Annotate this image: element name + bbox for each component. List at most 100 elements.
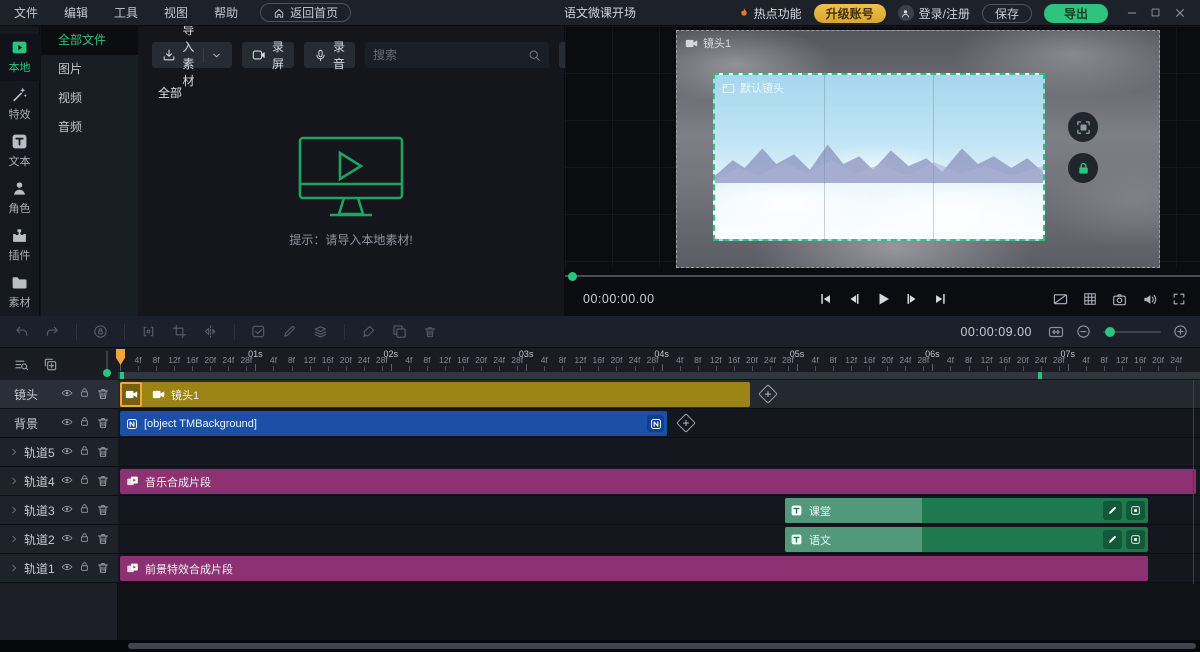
- marker-handle[interactable]: [103, 351, 111, 377]
- record-screen-button[interactable]: 录屏: [242, 40, 295, 71]
- search-box[interactable]: [365, 42, 550, 68]
- clip-background[interactable]: [object TMBackground]: [120, 411, 667, 436]
- horizontal-scrollbar[interactable]: [0, 640, 1200, 652]
- sidebar-item-2[interactable]: 文本: [0, 128, 40, 175]
- track-lock-icon[interactable]: [79, 416, 90, 430]
- file-filter-0[interactable]: 全部文件: [41, 26, 138, 55]
- timeline-zoom-slider[interactable]: [1103, 326, 1161, 338]
- track-header-轨道2[interactable]: 轨道2: [0, 525, 118, 553]
- close-button[interactable]: [1174, 7, 1192, 19]
- clip-camera[interactable]: 镜头1: [120, 382, 750, 407]
- import-media-button[interactable]: 导入素材: [152, 23, 233, 88]
- track-lock-icon[interactable]: [79, 561, 90, 575]
- layers-button[interactable]: [313, 324, 328, 339]
- sidebar-item-0[interactable]: 本地: [0, 34, 40, 81]
- menu-item-1[interactable]: 编辑: [64, 4, 88, 21]
- sidebar-item-5[interactable]: 素材: [0, 269, 40, 316]
- clip-fade-segment[interactable]: 语文: [785, 527, 922, 552]
- upgrade-account-button[interactable]: 升级账号: [813, 3, 886, 23]
- hot-features-button[interactable]: 热点功能: [738, 5, 802, 22]
- sidebar-item-3[interactable]: 角色: [0, 175, 40, 222]
- play-button[interactable]: [875, 291, 891, 307]
- maximize-button[interactable]: [1150, 7, 1168, 19]
- tab-all[interactable]: 全部: [158, 84, 564, 101]
- menu-item-2[interactable]: 工具: [114, 4, 138, 21]
- chevron-right-icon[interactable]: [9, 534, 19, 544]
- crop-button[interactable]: [172, 324, 187, 339]
- track-header-轨道3[interactable]: 轨道3: [0, 496, 118, 524]
- sidebar-item-1[interactable]: 特效: [0, 81, 40, 128]
- track-lane-轨道1[interactable]: 前景特效合成片段: [118, 554, 1200, 582]
- export-button[interactable]: 导出: [1043, 3, 1108, 23]
- track-visibility-icon[interactable]: [61, 503, 73, 517]
- display-mode-button[interactable]: [1053, 292, 1068, 307]
- redo-button[interactable]: [45, 324, 60, 339]
- scrollbar-thumb[interactable]: [128, 643, 1196, 649]
- track-header-轨道5[interactable]: 轨道5: [0, 438, 118, 466]
- clip-composite[interactable]: 音乐合成片段: [120, 469, 1196, 494]
- track-visibility-icon[interactable]: [61, 416, 73, 430]
- add-keyframe-button[interactable]: +: [758, 384, 778, 404]
- clip-animate-button[interactable]: [1103, 530, 1122, 549]
- lock-camera-button[interactable]: [1068, 153, 1098, 183]
- default-camera-frame[interactable]: 默认镜头: [713, 73, 1045, 241]
- chevron-right-icon[interactable]: [9, 476, 19, 486]
- preview-seekbar[interactable]: [565, 272, 1200, 281]
- seek-handle[interactable]: [568, 272, 577, 281]
- minimize-button[interactable]: [1126, 7, 1144, 19]
- clip-fade-segment[interactable]: 课堂: [785, 498, 922, 523]
- menu-item-3[interactable]: 视图: [164, 4, 188, 21]
- track-visibility-icon[interactable]: [61, 445, 73, 459]
- timeline-ruler[interactable]: 0s4f8f12f16f20f24f28f01s4f8f12f16f20f24f…: [118, 348, 1200, 372]
- file-filter-3[interactable]: 音频: [41, 113, 138, 142]
- track-manager-icon[interactable]: [14, 357, 29, 372]
- chevron-right-icon[interactable]: [9, 447, 19, 457]
- menu-item-0[interactable]: 文件: [14, 4, 38, 21]
- safe-grid-button[interactable]: [1083, 292, 1097, 306]
- track-lane-轨道2[interactable]: 语文: [118, 525, 1200, 553]
- track-visibility-icon[interactable]: [61, 532, 73, 546]
- focus-camera-button[interactable]: [1068, 112, 1098, 142]
- track-lane-轨道4[interactable]: 音乐合成片段: [118, 467, 1200, 495]
- track-header-轨道1[interactable]: 轨道1: [0, 554, 118, 582]
- edit-pen-button[interactable]: [282, 324, 297, 339]
- track-delete-icon[interactable]: [96, 416, 110, 430]
- track-visibility-icon[interactable]: [61, 474, 73, 488]
- track-lock-icon[interactable]: [79, 445, 90, 459]
- file-filter-2[interactable]: 视频: [41, 84, 138, 113]
- copy-button[interactable]: [392, 324, 407, 339]
- save-button[interactable]: 保存: [981, 3, 1032, 23]
- undo-button[interactable]: [14, 324, 29, 339]
- skip-start-button[interactable]: [819, 292, 833, 306]
- search-icon[interactable]: [528, 49, 541, 62]
- format-brush-button[interactable]: [361, 324, 376, 339]
- next-frame-button[interactable]: [905, 292, 919, 306]
- zoom-in-button[interactable]: [1173, 324, 1188, 339]
- track-lane-背景[interactable]: [object TMBackground] +: [118, 409, 1200, 437]
- clip-text[interactable]: 课堂: [785, 498, 1148, 523]
- previous-frame-button[interactable]: [847, 292, 861, 306]
- track-lock-icon[interactable]: [79, 387, 90, 401]
- track-delete-icon[interactable]: [96, 532, 110, 546]
- sidebar-item-4[interactable]: 插件: [0, 222, 40, 269]
- clip-frame-button[interactable]: [1126, 530, 1145, 549]
- track-delete-icon[interactable]: [96, 445, 110, 459]
- clip-animate-button[interactable]: [1103, 501, 1122, 520]
- search-input[interactable]: [373, 48, 529, 62]
- track-lock-icon[interactable]: [79, 503, 90, 517]
- chevron-right-icon[interactable]: [9, 563, 19, 573]
- menu-item-4[interactable]: 帮助: [214, 4, 238, 21]
- zoom-slider-handle[interactable]: [1105, 326, 1115, 337]
- track-lane-轨道3[interactable]: 课堂: [118, 496, 1200, 524]
- clip-text[interactable]: 语文: [785, 527, 1148, 552]
- chevron-down-icon[interactable]: [211, 50, 222, 61]
- track-delete-icon[interactable]: [96, 503, 110, 517]
- track-delete-icon[interactable]: [96, 387, 110, 401]
- delete-button[interactable]: [423, 325, 437, 339]
- track-visibility-icon[interactable]: [61, 561, 73, 575]
- track-visibility-icon[interactable]: [61, 387, 73, 401]
- mirror-button[interactable]: [203, 324, 218, 339]
- chevron-right-icon[interactable]: [9, 505, 19, 515]
- selected-keyframe[interactable]: [120, 382, 142, 407]
- record-voice-button[interactable]: 录音: [304, 40, 356, 71]
